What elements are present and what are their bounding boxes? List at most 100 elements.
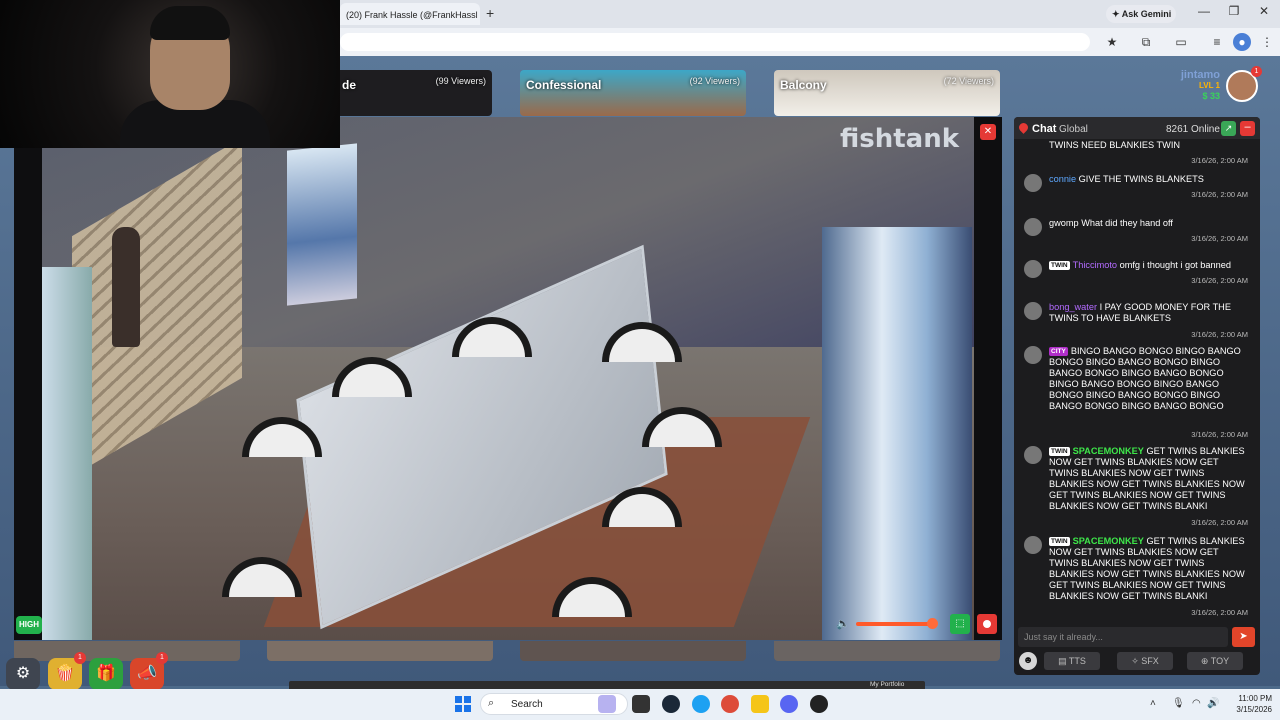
room-thumbnail[interactable] [14,641,240,661]
speaker-icon[interactable]: 🔊 [1207,698,1219,709]
browser-tab[interactable]: (20) Frank Hassle (@FrankHassl [340,3,480,25]
steam-icon[interactable] [662,695,680,713]
room-card-confessional[interactable]: Confessional (92 Viewers) [520,70,746,116]
minimize-button[interactable]: — [1194,4,1214,18]
tts-button[interactable]: ▤ TTS [1044,652,1100,670]
room-card-balcony[interactable]: Balcony (72 Viewers) [774,70,1000,116]
close-video-button[interactable]: ✕ [980,124,996,140]
profile-icon[interactable]: ● [1233,33,1251,51]
video-tv-screen [287,143,357,306]
room-name: Balcony [780,78,827,92]
room-thumbnail[interactable] [267,641,493,661]
clock-date: 3/15/2026 [1236,705,1272,714]
user-tag-badge: TWIN [1049,447,1070,456]
notification-badge: 1 [74,652,86,664]
user-notification-badge: 1 [1251,66,1262,77]
copilot-icon[interactable] [598,695,616,713]
send-icon: ➤ [1239,631,1248,642]
app-icon[interactable] [810,695,828,713]
windows-start-icon[interactable] [455,696,471,712]
chat-message-body: bong_water I PAY GOOD MONEY FOR THE TWIN… [1049,302,1249,324]
live-video[interactable] [42,117,974,640]
settings-button[interactable]: ⚙ [6,658,40,690]
edge-icon[interactable] [692,695,710,713]
restore-button[interactable]: ❐ [1224,4,1244,18]
new-tab-button[interactable]: + [486,5,494,21]
file-explorer-icon[interactable] [751,695,769,713]
toy-button[interactable]: ⊕ TOY [1187,652,1243,670]
microphone-icon[interactable]: 🎙 [1172,698,1185,709]
ask-gemini-button[interactable]: ✦ Ask Gemini [1106,5,1176,23]
chat-scope[interactable]: Global [1059,124,1088,135]
tray-chevron-icon[interactable]: ˄ [1150,698,1156,709]
chat-message-text: TWINS NEED BLANKIES TWIN [1049,140,1181,150]
record-button[interactable] [977,614,997,634]
user-tag-badge: TWIN [1049,261,1070,270]
room-viewers: (99 Viewers) [435,76,486,86]
clip-button[interactable]: ⬚ [950,614,970,634]
avatar[interactable] [1024,446,1042,464]
send-button[interactable]: ➤ [1232,627,1255,647]
minimize-chat-button[interactable]: – [1240,121,1255,136]
chat-username[interactable]: gwomp [1049,218,1079,228]
chat-message-body: TWIN Thiccimoto omfg i thought i got bann… [1049,260,1249,271]
emoji-button[interactable]: ☻ [1019,652,1037,670]
taskbar-clock[interactable]: 11:00 PM 3/15/2026 [1222,693,1272,715]
wifi-icon[interactable]: ◠ [1192,698,1201,709]
room-thumbnail[interactable] [520,641,746,661]
chat-message-body: TWIN SPACEMONKEY GET TWINS BLANKIES NOW G… [1049,446,1249,512]
room-card[interactable]: de (99 Viewers) [336,70,492,116]
menu-icon[interactable]: ⋮ [1258,33,1276,51]
bookmark-star-icon[interactable]: ★ [1103,33,1121,51]
task-view-icon[interactable] [632,695,650,713]
user-tag-badge: TWIN [1049,537,1070,546]
volume-slider[interactable] [856,622,936,626]
gift-button[interactable]: 🎁 [89,658,123,690]
avatar[interactable] [1024,536,1042,554]
chat-username[interactable]: Thiccimoto [1073,260,1117,270]
chat-input[interactable]: Just say it already... [1018,627,1228,647]
chat-username[interactable]: SPACEMONKEY [1073,536,1144,546]
sfx-button[interactable]: ✧ SFX [1117,652,1173,670]
media-icon[interactable]: ≡ [1208,33,1226,51]
chat-message-body: gwomp What did they hand off [1049,218,1249,229]
chrome-icon[interactable] [721,695,739,713]
popout-icon: ↗ [1224,123,1233,133]
volume-icon[interactable]: 🔈 [836,617,850,630]
chat-username[interactable]: bong_water [1049,302,1097,312]
avatar[interactable] [1024,174,1042,192]
username[interactable]: jintamo [1166,69,1220,81]
chat-timestamp: 3/16/26, 2:00 AM [1191,276,1248,285]
popout-chat-button[interactable]: ↗ [1221,121,1236,136]
chat-timestamp: 3/16/26, 2:00 AM [1191,234,1248,243]
avatar[interactable] [1024,302,1042,320]
user-tag-badge: CITY [1049,347,1068,356]
user-coins: $ 33 [1202,91,1220,101]
avatar[interactable] [1024,346,1042,364]
extensions-icon[interactable]: ⧉ [1137,33,1155,51]
chat-message-text: GIVE THE TWINS BLANKETS [1078,174,1204,184]
clip-icon: ⬚ [955,618,965,629]
window-close-button[interactable]: ✕ [1254,4,1274,18]
megaphone-button[interactable]: 📣 1 [130,652,168,690]
chat-username[interactable]: SPACEMONKEY [1073,446,1144,456]
chat-online-count: 8261 Online [1166,124,1220,135]
address-bar[interactable] [340,33,1090,51]
volume-slider-handle[interactable] [927,618,938,629]
portfolio-label[interactable]: My Portfolio [870,681,904,688]
sfx-label: SFX [1141,656,1159,666]
room-name: Confessional [526,78,602,92]
cast-icon[interactable]: ▭ [1172,33,1190,51]
discord-icon[interactable] [780,695,798,713]
chat-timestamp: 3/16/26, 2:00 AM [1191,608,1248,617]
popcorn-icon: 🍿 [55,665,75,682]
quality-badge[interactable]: HIGH [16,616,42,634]
chat-username[interactable]: connie [1049,174,1076,184]
avatar[interactable] [1024,260,1042,278]
tts-label: TTS [1068,656,1086,666]
video-curtain-left [42,267,92,640]
room-thumbnail[interactable] [774,641,1000,661]
popcorn-button[interactable]: 🍿 1 [48,652,86,690]
avatar[interactable] [1024,218,1042,236]
portfolio-strip[interactable] [289,681,925,689]
